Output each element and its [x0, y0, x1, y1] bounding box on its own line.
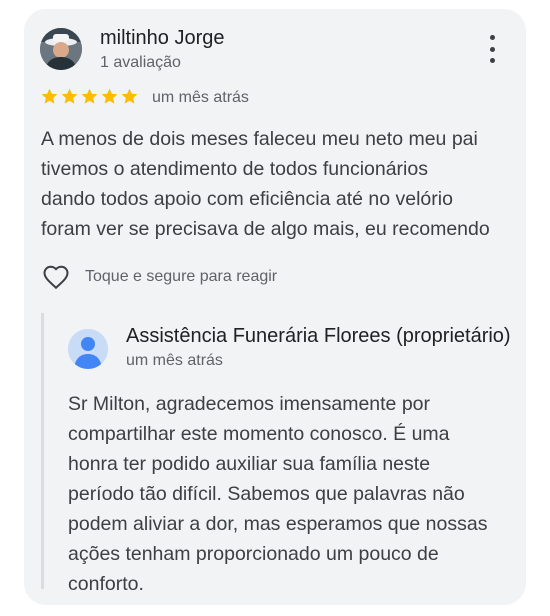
review-text-line: tivemos o atendimento de todos funcionár… — [41, 158, 428, 180]
star-rating — [40, 87, 139, 106]
reply-text-line: ações tenham proporcionado um pouco de — [68, 543, 439, 565]
reply-text-line: conforto. — [68, 573, 144, 595]
review-text-line: foram ver se precisava de algo mais, eu … — [41, 218, 490, 240]
reviewer-name[interactable]: miltinho Jorge — [100, 27, 225, 50]
reviewer-avatar[interactable] — [40, 28, 82, 70]
reply-text: Sr Milton, agradecemos imensamente por c… — [68, 389, 518, 599]
more-vert-icon[interactable] — [480, 35, 504, 63]
review-text: A menos de dois meses faleceu meu neto m… — [41, 124, 523, 244]
star-icon — [121, 88, 138, 104]
review-text-line: A menos de dois meses faleceu meu neto m… — [41, 128, 478, 150]
reply-text-line: compartilhar este momento conosco. É uma — [68, 423, 450, 445]
reply-text-line: honra ter podido auxiliar sua família ne… — [68, 453, 431, 475]
react-label: Toque e segure para reagir — [85, 268, 278, 285]
reply-text-line: Sr Milton, agradecemos imensamente por — [68, 393, 430, 415]
star-icon — [61, 88, 78, 104]
reply-text-line: período tão difícil. Sabemos que palavra… — [68, 483, 465, 505]
reviewer-review-count: 1 avaliação — [100, 54, 181, 71]
reply-divider — [41, 313, 44, 589]
star-icon — [81, 88, 98, 104]
review-time: um mês atrás — [152, 89, 249, 106]
default-profile-icon[interactable] — [68, 329, 108, 369]
owner-name[interactable]: Assistência Funerária Florees (proprietá… — [126, 325, 511, 348]
review-card: miltinho Jorge 1 avaliação um mês atrás … — [24, 9, 526, 605]
react-button[interactable]: Toque e segure para reagir — [40, 262, 277, 292]
review-text-line: dando todos apoio com eficiência até no … — [41, 188, 453, 210]
heart-outline-icon — [43, 265, 69, 290]
star-icon — [41, 88, 58, 104]
reply-text-line: podem aliviar a dor, mas esperamos que n… — [68, 513, 488, 535]
reply-time: um mês atrás — [126, 352, 223, 369]
star-icon — [101, 88, 118, 104]
